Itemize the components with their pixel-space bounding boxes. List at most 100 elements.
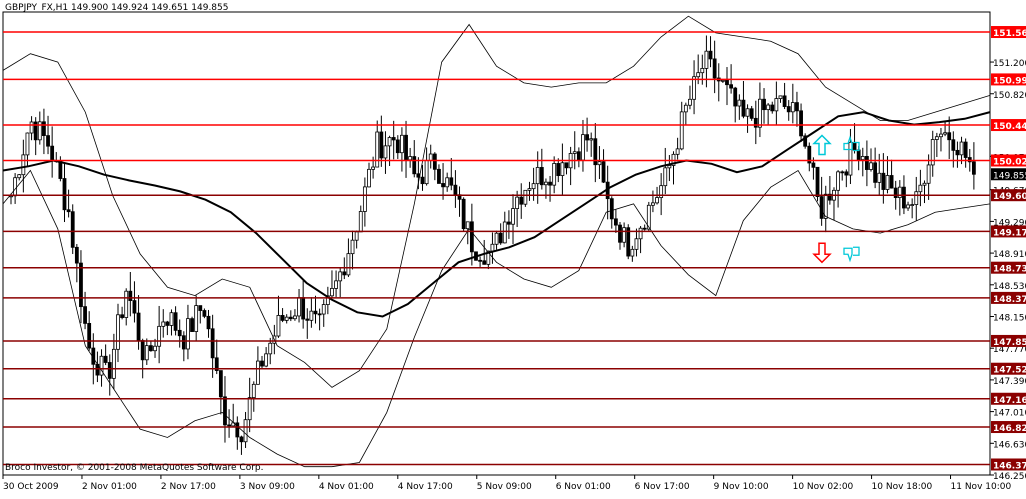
candle [251, 383, 256, 398]
candle [198, 305, 203, 311]
level-label: 148.735 [993, 265, 1026, 275]
candle [531, 183, 536, 190]
x-tick-label: 2 Nov 01:00 [82, 482, 137, 492]
candle [412, 156, 417, 175]
level-label: 147.164 [993, 396, 1026, 406]
x-tick-label: 9 Nov 10:00 [714, 482, 769, 492]
candle [494, 232, 499, 245]
candle [951, 139, 956, 151]
candle [165, 321, 170, 326]
candle [651, 202, 655, 206]
candle [548, 181, 552, 186]
y-tick-label: 147.390 [993, 377, 1026, 387]
candle [601, 161, 606, 183]
arrow-down-icon [812, 242, 832, 264]
candle [667, 165, 672, 169]
y-tick-label: 150.820 [993, 91, 1026, 101]
thumbs-up-icon [843, 135, 860, 152]
candle [186, 318, 190, 350]
candle [218, 370, 223, 398]
candle [770, 104, 775, 112]
candle [729, 84, 734, 89]
candle [766, 104, 771, 111]
x-tick-label: 2 Nov 17:00 [161, 482, 216, 492]
x-tick-label: 4 Nov 01:00 [319, 482, 374, 492]
x-tick-label: 30 Oct 2009 [3, 482, 59, 492]
candle [679, 111, 684, 150]
candle [618, 224, 622, 243]
candle [169, 312, 174, 326]
candle [17, 174, 22, 179]
level-label: 151.560 [993, 29, 1026, 39]
candle [572, 151, 577, 154]
candle [177, 329, 182, 337]
candle [926, 164, 931, 184]
candle [124, 290, 129, 318]
candles-group [9, 35, 976, 455]
candle [173, 312, 178, 331]
candle [934, 136, 939, 140]
candle [795, 102, 799, 112]
level-label: 146.376 [993, 461, 1026, 471]
candle [675, 148, 680, 155]
candle [367, 168, 371, 188]
ohlc-values: 149.900 149.924 149.651 149.855 [71, 3, 229, 13]
candle [869, 162, 873, 170]
candle [745, 108, 750, 117]
candle [404, 134, 408, 161]
candle [342, 271, 347, 276]
candle [42, 121, 46, 136]
candle [939, 133, 943, 138]
candle [704, 50, 709, 69]
x-tick-label: 4 Nov 17:00 [398, 482, 453, 492]
candle [778, 95, 783, 99]
candle [354, 231, 359, 241]
candle [971, 161, 976, 175]
x-tick-label: 6 Nov 17:00 [635, 482, 690, 492]
candle [515, 196, 520, 209]
candle [498, 232, 503, 244]
candle [25, 132, 30, 156]
candle [840, 171, 845, 174]
x-tick-label: 6 Nov 01:00 [556, 482, 611, 492]
candle [589, 138, 594, 141]
candle [885, 175, 890, 190]
candle [120, 314, 125, 318]
candle [556, 163, 561, 176]
candle [873, 162, 878, 183]
candle [21, 154, 26, 176]
level-label: 150.020 [993, 157, 1026, 167]
candle [696, 72, 701, 78]
candle [305, 318, 310, 321]
candle [79, 262, 83, 308]
candle [539, 167, 544, 186]
candle [502, 221, 507, 244]
candle [161, 321, 166, 327]
candle [663, 167, 668, 187]
bollinger-upper-line [2, 15, 991, 388]
y-tick-label: 147.010 [993, 409, 1026, 419]
candle [507, 221, 511, 225]
candle [210, 328, 215, 359]
candle [613, 218, 618, 226]
candle [836, 171, 840, 191]
candle [860, 156, 865, 161]
candle [581, 134, 585, 161]
candle [897, 186, 902, 198]
candle [227, 424, 231, 427]
candle [622, 227, 627, 243]
candle [330, 288, 334, 297]
x-tick-label: 5 Nov 09:00 [477, 482, 532, 492]
candle [712, 58, 717, 79]
level-label: 146.825 [993, 424, 1026, 434]
candle [902, 186, 906, 209]
candle [585, 134, 589, 141]
candle [268, 342, 273, 355]
candle [293, 315, 297, 320]
candle [688, 98, 692, 106]
candle [564, 162, 569, 169]
price-chart: 151.200150.820150.070149.670149.290148.9… [0, 0, 1026, 495]
candle [782, 95, 787, 107]
y-tick-label: 151.200 [993, 59, 1026, 69]
candle [264, 353, 269, 367]
